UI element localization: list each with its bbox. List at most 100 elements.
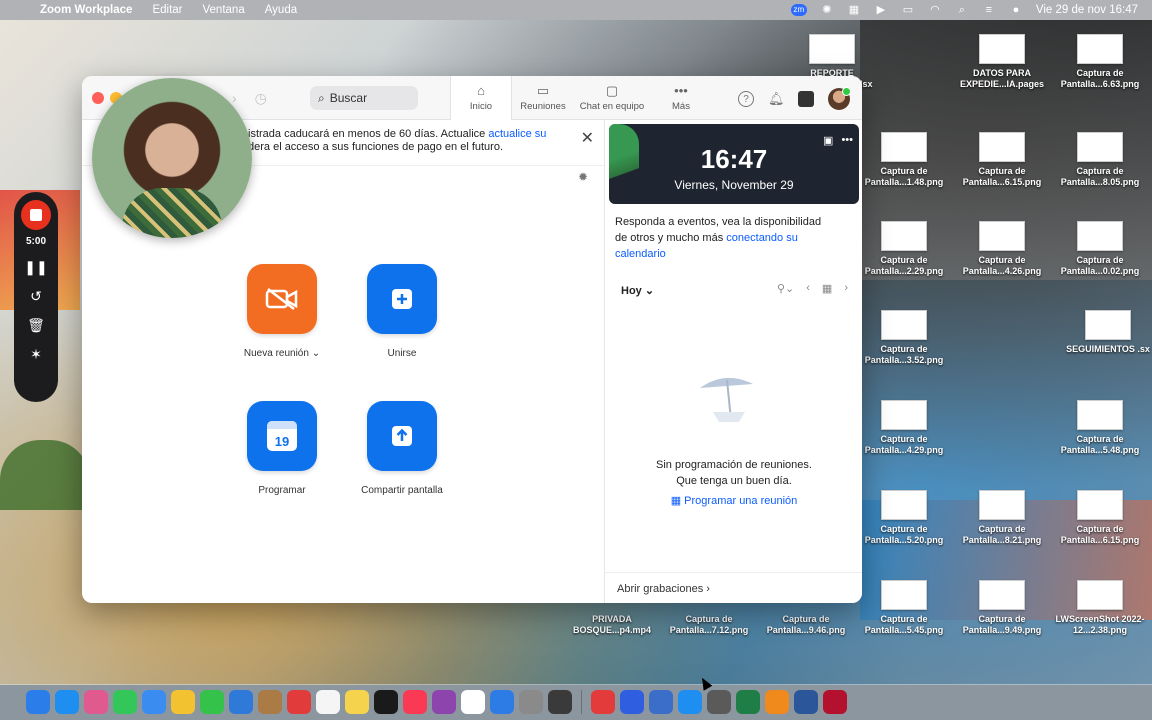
- filter-user-icon[interactable]: ⚲⌄: [777, 282, 794, 295]
- dock-app-icon[interactable]: [461, 690, 485, 714]
- battery-icon[interactable]: ▭: [901, 4, 915, 16]
- close-icon[interactable]: ✕: [581, 131, 594, 147]
- desktop-file[interactable]: Captura de Pantalla...8.05.png: [1052, 132, 1148, 188]
- desktop-file[interactable]: Captura de Pantalla...0.02.png: [1052, 221, 1148, 277]
- dock-app-icon[interactable]: [113, 690, 137, 714]
- dock-app-icon[interactable]: [403, 690, 427, 714]
- menu-clock[interactable]: Vie 29 de nov 16:47: [1036, 4, 1138, 16]
- dock-app-icon[interactable]: [678, 690, 702, 714]
- new-meeting-button[interactable]: [247, 264, 317, 334]
- desktop-file[interactable]: Captura de Pantalla...2.29.png: [856, 221, 952, 277]
- siri-icon[interactable]: ●: [1009, 4, 1023, 16]
- zoom-status-icon[interactable]: zm: [790, 4, 807, 16]
- dock-app-icon[interactable]: [316, 690, 340, 714]
- close-window-button[interactable]: [92, 92, 104, 104]
- bell-icon[interactable]: 🔔︎: [768, 91, 785, 107]
- desktop-file[interactable]: Captura de Pantalla...5.48.png: [1052, 400, 1148, 456]
- file-label: Captura de Pantalla...4.26.png: [962, 255, 1042, 276]
- desktop-file[interactable]: Captura de Pantalla...6.15.png: [1052, 490, 1148, 546]
- dock-app-icon[interactable]: [707, 690, 731, 714]
- share-screen-button[interactable]: [367, 401, 437, 471]
- settings-gear-icon[interactable]: ✹: [578, 170, 588, 184]
- dock-app-icon[interactable]: [432, 690, 456, 714]
- banner-upgrade-link[interactable]: actualice su: [488, 128, 546, 140]
- tab-reuniones[interactable]: ▭ Reuniones: [512, 76, 574, 120]
- calendar-icon[interactable]: ▦: [847, 4, 861, 16]
- desktop-file[interactable]: Captura de Pantalla...9.49.png: [954, 580, 1050, 636]
- dock-app-icon[interactable]: [765, 690, 789, 714]
- chevron-left-icon[interactable]: ‹: [806, 282, 810, 295]
- desktop-file[interactable]: Captura de Pantalla...6.15.png: [954, 132, 1050, 188]
- search-icon[interactable]: ⌕: [955, 4, 969, 16]
- desktop-file[interactable]: Captura de Pantalla...4.29.png: [856, 400, 952, 456]
- dock-app-icon[interactable]: [548, 690, 572, 714]
- today-dropdown[interactable]: Hoy ⌄: [621, 284, 654, 297]
- play-icon[interactable]: ▶: [874, 4, 888, 16]
- dock-app-icon[interactable]: [200, 690, 224, 714]
- trash-icon[interactable]: 🗑︎: [27, 317, 45, 334]
- desktop-file[interactable]: Captura de Pantalla...5.45.png: [856, 580, 952, 636]
- dock-app-icon[interactable]: [258, 690, 282, 714]
- schedule-action[interactable]: 19 Programar: [222, 401, 342, 496]
- control-center-icon[interactable]: ≡: [982, 4, 996, 16]
- dock-app-icon[interactable]: [374, 690, 398, 714]
- pause-icon[interactable]: ❚❚: [24, 259, 47, 276]
- new-meeting-action[interactable]: Nueva reunión ⌄: [222, 264, 342, 359]
- dock-app-icon[interactable]: [55, 690, 79, 714]
- desktop-file[interactable]: Captura de Pantalla...5.20.png: [856, 490, 952, 546]
- dock-app-icon[interactable]: [823, 690, 847, 714]
- desktop-file[interactable]: Captura de Pantalla...4.26.png: [954, 221, 1050, 277]
- menu-app-name[interactable]: Zoom Workplace: [40, 4, 132, 16]
- confetti-icon[interactable]: ✶: [30, 346, 42, 363]
- dock-app-icon[interactable]: [142, 690, 166, 714]
- dock-app-icon[interactable]: [736, 690, 760, 714]
- join-button[interactable]: [367, 264, 437, 334]
- search-input[interactable]: ⌕ Buscar: [310, 86, 418, 110]
- schedule-meeting-link[interactable]: ▦ Programar una reunión: [605, 494, 862, 507]
- dock-app-icon[interactable]: [591, 690, 615, 714]
- dock-app-icon[interactable]: [794, 690, 818, 714]
- desktop-file[interactable]: Captura de Pantalla...3.52.png: [856, 310, 952, 366]
- join-action[interactable]: Unirse: [342, 264, 462, 359]
- dock-app-icon[interactable]: [649, 690, 673, 714]
- desktop-file[interactable]: SEGUIMIENTOS .sx: [1060, 310, 1152, 355]
- webcam-overlay[interactable]: [92, 78, 252, 238]
- restart-icon[interactable]: ↺: [30, 288, 42, 305]
- menu-editar[interactable]: Editar: [152, 4, 182, 16]
- dock-app-icon[interactable]: [84, 690, 108, 714]
- help-icon[interactable]: ?: [738, 91, 754, 107]
- dock-app-icon[interactable]: [345, 690, 369, 714]
- wifi-icon[interactable]: ◠: [928, 4, 942, 16]
- share-screen-action[interactable]: Compartir pantalla: [342, 401, 462, 496]
- tab-inicio[interactable]: ⌂ Inicio: [450, 76, 512, 120]
- menu-ayuda[interactable]: Ayuda: [265, 4, 297, 16]
- dock-app-icon[interactable]: [171, 690, 195, 714]
- tab-mas[interactable]: ••• Más: [650, 76, 712, 120]
- desktop-file[interactable]: DATOS PARA EXPEDIE...IA.pages: [954, 34, 1050, 90]
- dock-app-icon[interactable]: [26, 690, 50, 714]
- desktop-file[interactable]: Captura de Pantalla...6.63.png: [1052, 34, 1148, 90]
- schedule-button[interactable]: 19: [247, 401, 317, 471]
- open-recordings[interactable]: Abrir grabaciones ›: [605, 572, 862, 603]
- chevron-right-icon[interactable]: ›: [844, 282, 848, 295]
- gift-icon[interactable]: [798, 91, 814, 107]
- dock-app-icon[interactable]: [229, 690, 253, 714]
- desktop-file[interactable]: Captura de Pantalla...1.48.png: [856, 132, 952, 188]
- chevron-right-icon[interactable]: ›: [232, 90, 237, 107]
- history-icon[interactable]: ◷: [255, 90, 267, 107]
- avatar[interactable]: [828, 87, 851, 110]
- menu-ventana[interactable]: Ventana: [203, 4, 245, 16]
- dock-app-icon[interactable]: [490, 690, 514, 714]
- stop-recording-button[interactable]: [21, 200, 51, 230]
- menu-bar-status: zm ✺ ▦ ▶ ▭ ◠ ⌕ ≡ ● Vie 29 de nov 16:47: [790, 4, 1152, 16]
- dock-app-icon[interactable]: [519, 690, 543, 714]
- dock-app-icon[interactable]: [620, 690, 644, 714]
- file-label: Captura de Pantalla...3.52.png: [864, 344, 944, 365]
- desktop-file[interactable]: LWScreenShot 2022-12...2.38.png: [1052, 580, 1148, 636]
- calendar-icon[interactable]: ▦: [822, 282, 832, 295]
- chevron-down-icon[interactable]: ⌄: [312, 348, 320, 359]
- dock-app-icon[interactable]: [287, 690, 311, 714]
- gear-icon[interactable]: ✺: [820, 4, 834, 16]
- desktop-file[interactable]: Captura de Pantalla...8.21.png: [954, 490, 1050, 546]
- tab-chat[interactable]: ▢ Chat en equipo: [574, 76, 650, 120]
